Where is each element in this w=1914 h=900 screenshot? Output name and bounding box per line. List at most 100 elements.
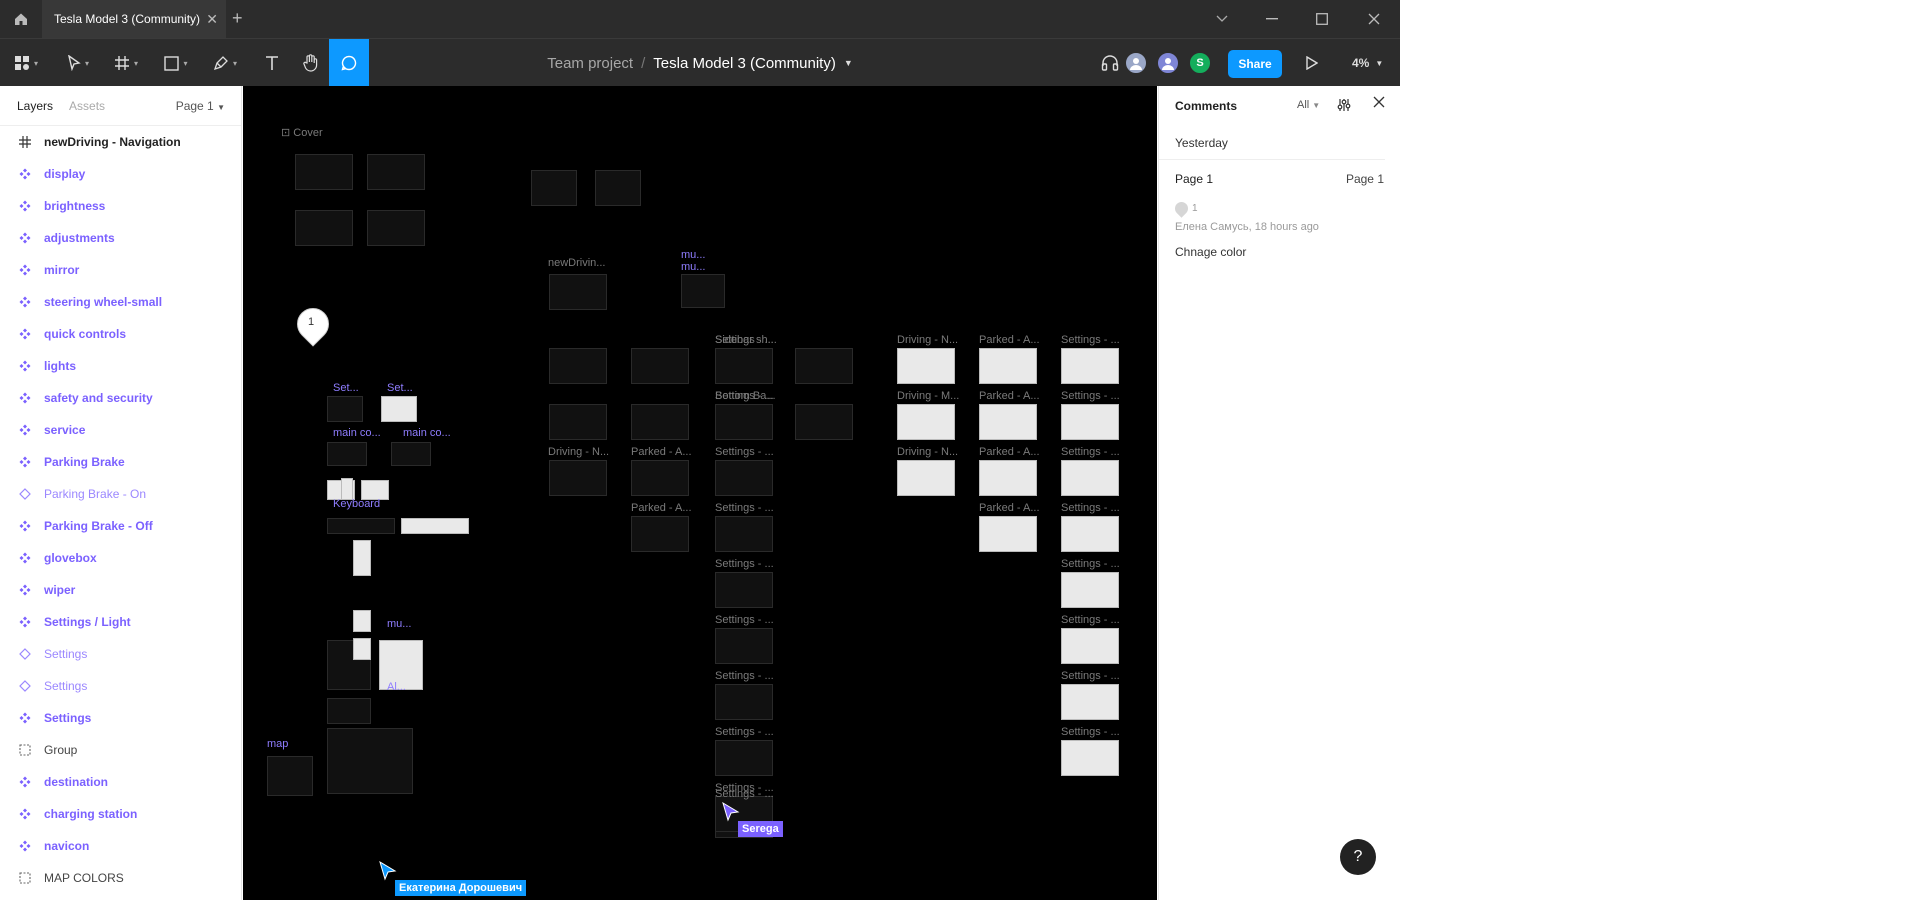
frame-thumbnail[interactable] <box>327 442 367 466</box>
frame-thumbnail[interactable] <box>631 404 689 440</box>
frame-thumbnail[interactable] <box>295 154 353 190</box>
frame-thumbnail[interactable] <box>715 460 773 496</box>
layer-item[interactable]: Group <box>0 734 241 766</box>
hand-tool-button[interactable] <box>292 39 330 87</box>
layer-item[interactable]: lights <box>0 350 241 382</box>
frame-thumbnail[interactable] <box>391 442 431 466</box>
frame-thumbnail[interactable] <box>341 478 353 500</box>
frame-thumbnail[interactable] <box>795 404 853 440</box>
page-selector[interactable]: Page 1 ▼ <box>176 99 225 113</box>
frame-thumbnail[interactable] <box>295 210 353 246</box>
frame-thumbnail[interactable] <box>367 154 425 190</box>
frame-thumbnail[interactable] <box>549 348 607 384</box>
frame-thumbnail[interactable] <box>1061 684 1119 720</box>
frame-thumbnail[interactable] <box>1061 516 1119 552</box>
layer-item[interactable]: service <box>0 414 241 446</box>
frame-thumbnail[interactable] <box>327 728 413 794</box>
comment-thread[interactable]: 1 Елена Самусь, 18 hours ago Chnage colo… <box>1159 199 1400 259</box>
frame-thumbnail[interactable] <box>549 460 607 496</box>
frame-thumbnail[interactable] <box>549 274 607 310</box>
frame-thumbnail[interactable] <box>715 684 773 720</box>
share-button[interactable]: Share <box>1228 50 1282 78</box>
layer-item[interactable]: brightness <box>0 190 241 222</box>
layer-item[interactable]: glovebox <box>0 542 241 574</box>
frame-thumbnail[interactable] <box>631 460 689 496</box>
avatar[interactable] <box>1156 51 1180 75</box>
close-icon[interactable] <box>1373 95 1385 113</box>
frame-thumbnail[interactable] <box>1061 572 1119 608</box>
layer-item[interactable]: display <box>0 158 241 190</box>
chevron-down-icon[interactable]: ▼ <box>844 58 853 68</box>
frame-thumbnail[interactable] <box>795 348 853 384</box>
layer-item[interactable]: destination <box>0 766 241 798</box>
comment-tool-button[interactable] <box>329 39 369 87</box>
tab-layers[interactable]: Layers <box>17 99 53 113</box>
layer-item[interactable]: quick controls <box>0 318 241 350</box>
frame-thumbnail[interactable] <box>353 610 371 632</box>
layer-item[interactable]: MAP COLORS <box>0 862 241 894</box>
frame-thumbnail[interactable] <box>715 628 773 664</box>
filter-settings-icon[interactable] <box>1337 98 1351 115</box>
frame-thumbnail[interactable] <box>715 404 773 440</box>
layer-item[interactable]: navicon <box>0 830 241 862</box>
main-menu-button[interactable]: ▾ <box>8 39 44 87</box>
frame-thumbnail[interactable] <box>897 404 955 440</box>
text-tool-button[interactable] <box>254 39 290 87</box>
frame-thumbnail[interactable] <box>897 460 955 496</box>
frame-thumbnail[interactable] <box>1061 460 1119 496</box>
file-tab[interactable]: Tesla Model 3 (Community) ✕ <box>42 0 226 38</box>
frame-thumbnail[interactable] <box>979 516 1037 552</box>
layer-item[interactable]: steering wheel-small <box>0 286 241 318</box>
frame-thumbnail[interactable] <box>1061 740 1119 776</box>
layer-item[interactable]: Settings <box>0 670 241 702</box>
frame-thumbnail[interactable] <box>631 348 689 384</box>
comments-filter[interactable]: All ▼ <box>1297 99 1320 111</box>
frame-thumbnail[interactable] <box>531 170 577 206</box>
layer-item[interactable]: Parking Brake - On <box>0 478 241 510</box>
frame-thumbnail[interactable] <box>681 274 725 308</box>
frame-thumbnail[interactable] <box>1061 628 1119 664</box>
layer-item[interactable]: safety and security <box>0 382 241 414</box>
layer-item[interactable]: Parking Brake - Off <box>0 510 241 542</box>
frame-thumbnail[interactable] <box>353 540 371 576</box>
frame-thumbnail[interactable] <box>549 404 607 440</box>
breadcrumb-team[interactable]: Team project <box>547 55 633 72</box>
home-icon[interactable] <box>8 6 34 32</box>
chevron-down-icon[interactable] <box>1200 0 1244 38</box>
frame-thumbnail[interactable] <box>715 740 773 776</box>
frame-thumbnail[interactable] <box>327 396 363 422</box>
layer-item[interactable]: Settings <box>0 702 241 734</box>
tab-assets[interactable]: Assets <box>69 99 105 113</box>
layer-item[interactable]: Parking Brake <box>0 446 241 478</box>
layer-item[interactable]: adjustments <box>0 222 241 254</box>
frame-thumbnail[interactable] <box>361 480 389 500</box>
new-tab-button[interactable]: + <box>232 8 243 29</box>
frame-thumbnail[interactable] <box>367 210 425 246</box>
avatar[interactable] <box>1124 51 1148 75</box>
shape-tool-button[interactable]: ▾ <box>158 39 194 87</box>
help-button[interactable]: ? <box>1340 839 1376 875</box>
layer-item[interactable]: wiper <box>0 574 241 606</box>
minimize-icon[interactable] <box>1250 0 1294 38</box>
canvas[interactable]: ⊡ Cover 1 mu... mu... newDrivin... Set..… <box>243 86 1157 900</box>
frame-thumbnail[interactable] <box>267 756 313 796</box>
frame-thumbnail[interactable] <box>1061 404 1119 440</box>
frame-thumbnail[interactable] <box>353 638 371 660</box>
file-name[interactable]: Tesla Model 3 (Community) <box>653 55 836 72</box>
layer-item[interactable]: newDriving - Navigation <box>0 126 241 158</box>
frame-thumbnail[interactable] <box>381 396 417 422</box>
frame-thumbnail[interactable] <box>897 348 955 384</box>
frame-thumbnail[interactable] <box>979 460 1037 496</box>
layer-item[interactable]: Settings <box>0 638 241 670</box>
layer-item[interactable]: Settings / Light <box>0 606 241 638</box>
frame-thumbnail[interactable] <box>631 516 689 552</box>
move-tool-button[interactable]: ▾ <box>60 39 96 87</box>
frame-thumbnail[interactable] <box>327 698 371 724</box>
frame-thumbnail[interactable] <box>1061 348 1119 384</box>
zoom-menu[interactable]: 4% ▼ <box>1352 39 1383 87</box>
avatar[interactable]: S <box>1188 51 1212 75</box>
layer-item[interactable]: charging station <box>0 798 241 830</box>
close-icon[interactable]: ✕ <box>206 11 218 28</box>
frame-thumbnail[interactable] <box>595 170 641 206</box>
pen-tool-button[interactable]: ▾ <box>206 39 244 87</box>
